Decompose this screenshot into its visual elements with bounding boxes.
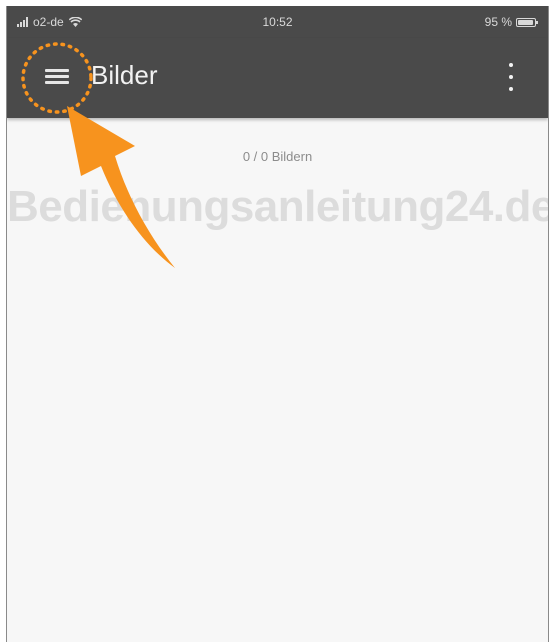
watermark: Bedienungsanleitung24.de [7, 182, 549, 231]
battery-icon [516, 17, 538, 27]
status-right: 95 % [484, 15, 538, 29]
status-bar: o2-de 10:52 95 % [7, 6, 548, 38]
app-bar: Bilder [7, 38, 548, 118]
status-time: 10:52 [262, 15, 293, 29]
more-vertical-icon[interactable] [506, 63, 516, 91]
image-counter: 0 / 0 Bildern [242, 149, 313, 164]
page-title: Bilder [91, 60, 158, 90]
hamburger-menu-icon[interactable] [45, 66, 69, 88]
battery-fill [518, 19, 534, 25]
battery-label: 95 % [484, 15, 512, 29]
phone-screen: o2-de 10:52 95 % Bilder 0 / 0 Bildern Be… [6, 6, 549, 642]
